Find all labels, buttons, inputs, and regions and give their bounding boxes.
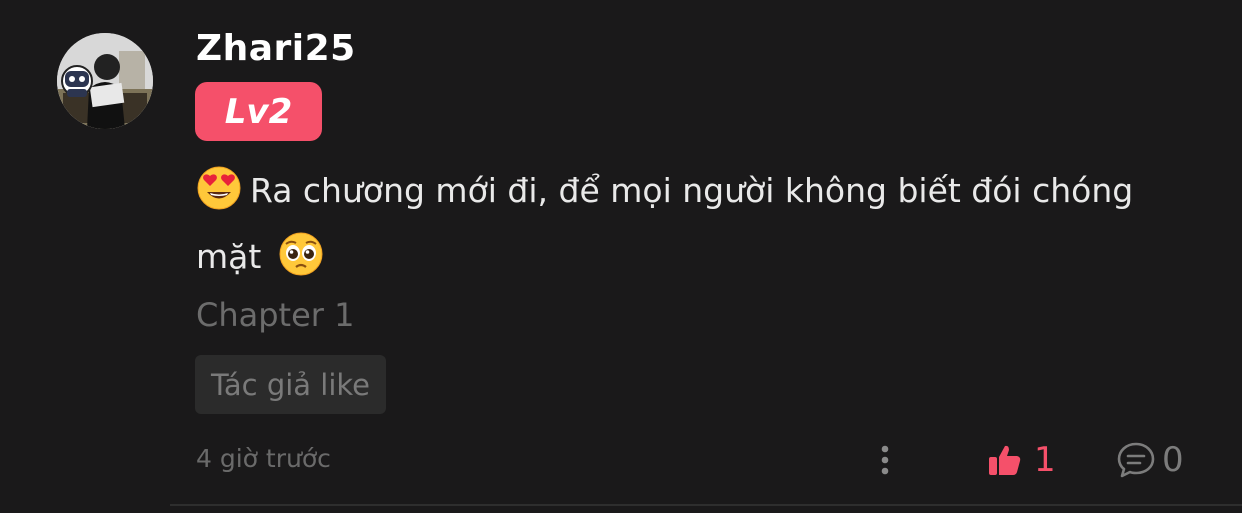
like-button[interactable]: 1 — [986, 438, 1056, 482]
level-badge: Lv2 — [195, 82, 322, 141]
timestamp: 4 giờ trước — [196, 444, 331, 473]
username[interactable]: Zhari25 — [196, 28, 356, 69]
heart-eyes-emoji-icon — [197, 166, 241, 210]
comment-body: Ra chương mới đi, để mọi người không biế… — [196, 171, 1134, 276]
speech-bubble-icon — [1117, 442, 1155, 478]
comment-card: Zhari25 Lv2 Ra chương mới đi, để mọi ngư… — [0, 0, 1242, 513]
like-count: 1 — [1034, 440, 1056, 480]
pleading-face-emoji-icon — [279, 232, 323, 276]
reply-button[interactable]: 0 — [1116, 438, 1184, 482]
reply-count: 0 — [1162, 440, 1184, 480]
author-like-tag: Tác giả like — [195, 355, 386, 414]
divider — [170, 504, 1242, 506]
thumbs-up-icon — [989, 445, 1021, 475]
vertical-dots-icon[interactable] — [872, 440, 898, 480]
comment-text: Ra chương mới đi, để mọi người không biế… — [196, 158, 1206, 290]
chapter-label[interactable]: Chapter 1 — [196, 296, 354, 334]
avatar[interactable] — [57, 33, 153, 129]
